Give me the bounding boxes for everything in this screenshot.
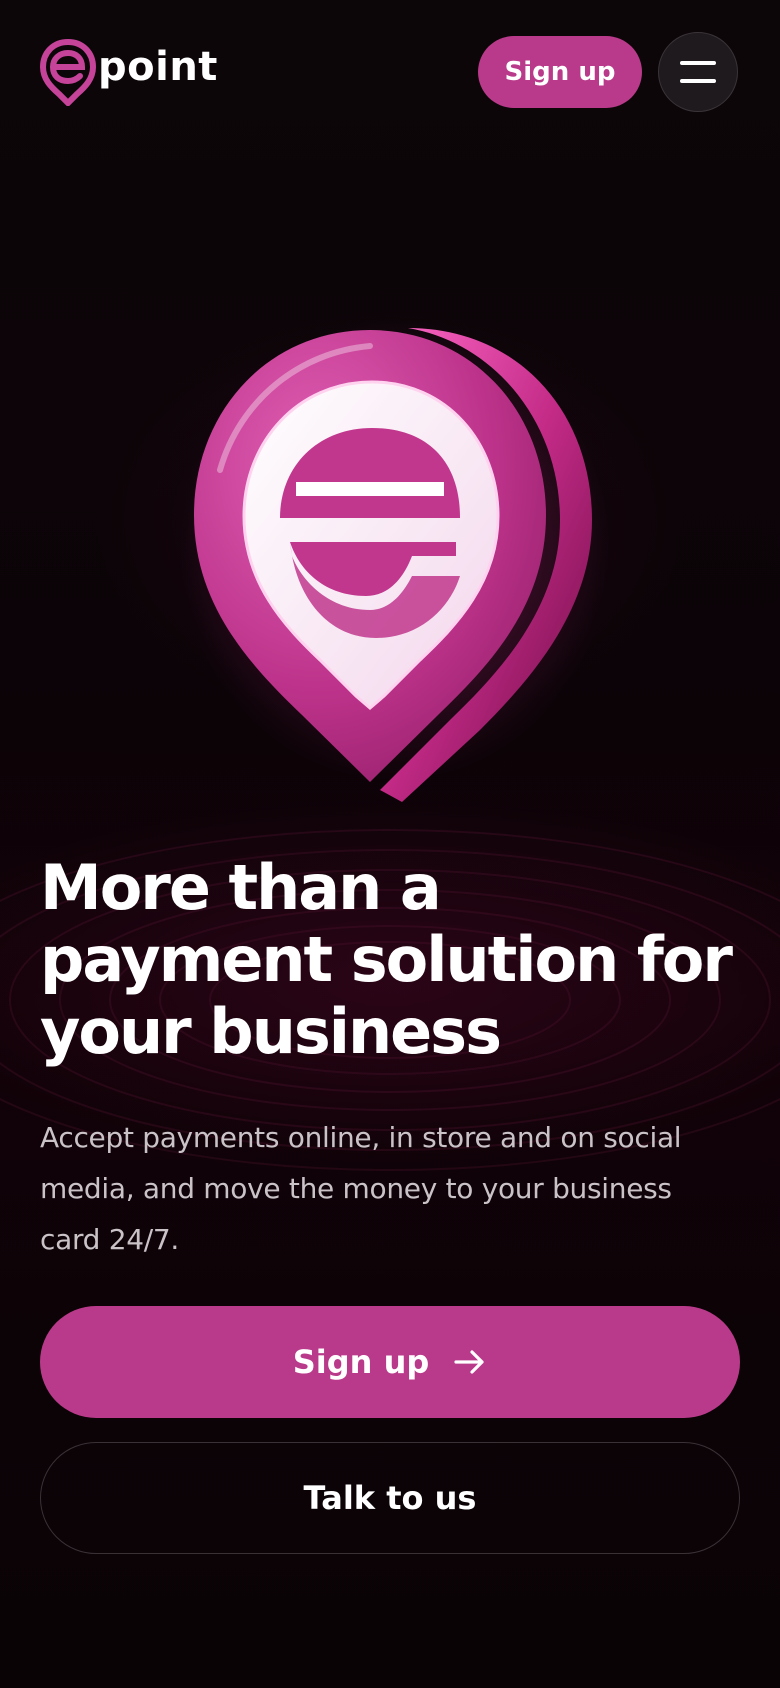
epoint-pin-logo-icon (40, 38, 96, 106)
hero-subtext: Accept payments online, in store and on … (40, 1121, 682, 1256)
hamburger-menu-icon-bar (680, 79, 716, 83)
epoint-3d-pin-icon (180, 320, 610, 802)
brand-name: point (98, 44, 218, 90)
talk-to-us-button[interactable]: Talk to us (40, 1442, 740, 1554)
arrow-right-icon (454, 1350, 484, 1374)
brand-logo[interactable]: point (40, 38, 218, 106)
landing-page: point Sign up More than a payment soluti… (0, 0, 780, 1688)
sign-up-button[interactable]: Sign up (40, 1306, 740, 1418)
menu-button[interactable] (658, 32, 738, 112)
header-sign-up-button[interactable]: Sign up (478, 36, 642, 108)
top-navigation: point Sign up (0, 0, 780, 150)
hero-headline: More than a payment solution for your bu… (40, 851, 733, 1068)
sign-up-button-label: Sign up (292, 1343, 430, 1381)
hamburger-menu-icon (680, 61, 716, 65)
